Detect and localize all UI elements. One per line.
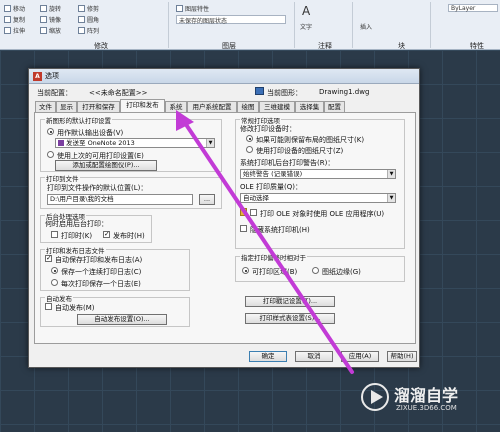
watermark-brand: 溜溜自学: [394, 386, 459, 405]
watermark: 溜溜自学 ZIXUE.3D66.COM: [358, 376, 498, 426]
watermark-url: ZIXUE.3D66.COM: [396, 404, 457, 412]
tab-plot-publish[interactable]: 打印和发布: [120, 99, 165, 112]
play-logo-icon: [361, 383, 389, 411]
annotation-arrow: [176, 110, 354, 374]
